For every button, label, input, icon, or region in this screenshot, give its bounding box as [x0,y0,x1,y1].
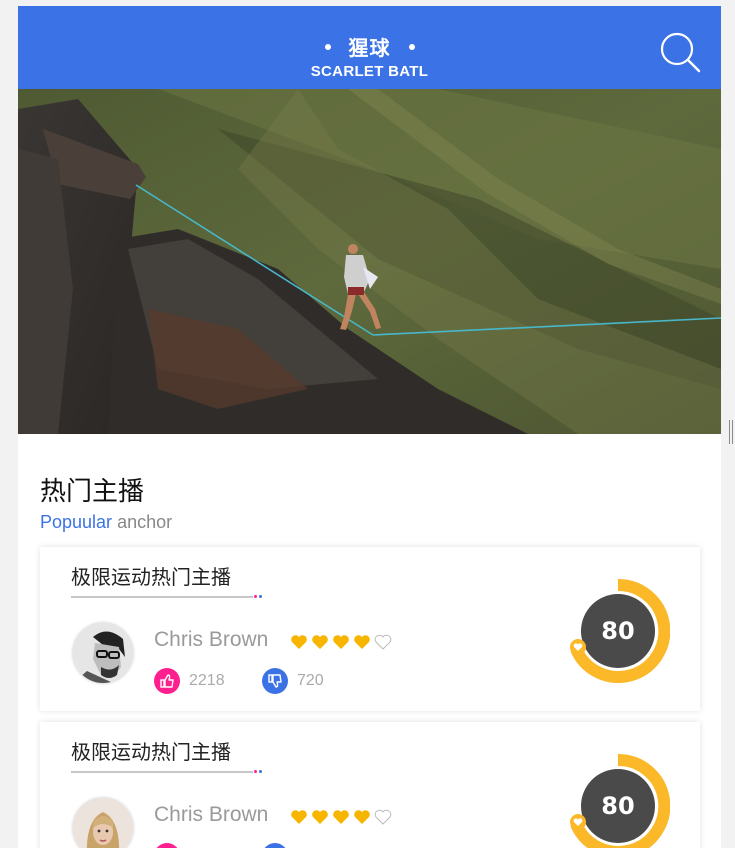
like-stat[interactable]: 2218 [154,843,225,848]
dislike-count: 720 [297,672,324,689]
card-title: 极限运动热门主播 [71,740,231,764]
hero-banner-image[interactable] [18,89,721,434]
avatar[interactable] [73,623,133,683]
anchor-name: Chris Brown [154,803,269,826]
score-gauge: 80 [566,578,671,683]
heart-rating [290,809,392,827]
thumbs-up-icon [154,843,180,848]
title-dot-left [324,43,331,50]
score-value: 80 [601,617,634,645]
anchor-card-1[interactable]: 极限运动热门主播 Chris Brown 2218 720 80 [40,547,700,711]
heart-outline-icon [374,634,392,650]
scrollbar-handle[interactable] [729,420,733,444]
card-underline [71,596,253,598]
heart-rating [290,634,392,652]
thumbs-down-icon [262,843,288,848]
heart-outline-icon [374,809,392,825]
title-dot-right [408,43,415,50]
section-subtitle-rest: anchor [112,512,173,532]
app-title-text: 猩球 [348,38,391,60]
like-count: 2218 [189,672,225,689]
score-value: 80 [601,792,634,820]
score-gauge: 80 [566,753,671,848]
heart-icon [291,810,307,824]
heart-icon [312,635,328,649]
heart-icon [354,810,370,824]
avatar[interactable] [73,798,133,848]
section-subtitle: Popuular anchor [40,512,172,533]
section-title: 热门主播 [40,477,145,507]
app-header: 猩球 SCARLET BATL [18,6,721,89]
like-stat[interactable]: 2218 [154,668,225,694]
dislike-stat[interactable]: 720 [262,843,324,848]
heart-icon [312,810,328,824]
app-screen: 猩球 SCARLET BATL 热门主播 Popuular anchor 极限运… [18,6,721,848]
anchor-name: Chris Brown [154,628,269,651]
heart-icon [291,635,307,649]
thumbs-down-icon [262,668,288,694]
dislike-stat[interactable]: 720 [262,668,324,694]
heart-icon [333,810,349,824]
heart-icon [354,635,370,649]
underline-dots [254,595,266,599]
app-title: 猩球 [18,32,721,61]
anchor-card-2[interactable]: 极限运动热门主播 Chris Brown 80 [40,722,700,848]
search-icon[interactable] [658,30,702,74]
section-subtitle-accent: Popuular [40,512,113,532]
underline-dots [254,770,266,774]
app-subtitle: SCARLET BATL [310,63,429,80]
heart-icon [333,635,349,649]
thumbs-up-icon [154,668,180,694]
card-title: 极限运动热门主播 [71,565,231,589]
card-underline [71,771,253,773]
